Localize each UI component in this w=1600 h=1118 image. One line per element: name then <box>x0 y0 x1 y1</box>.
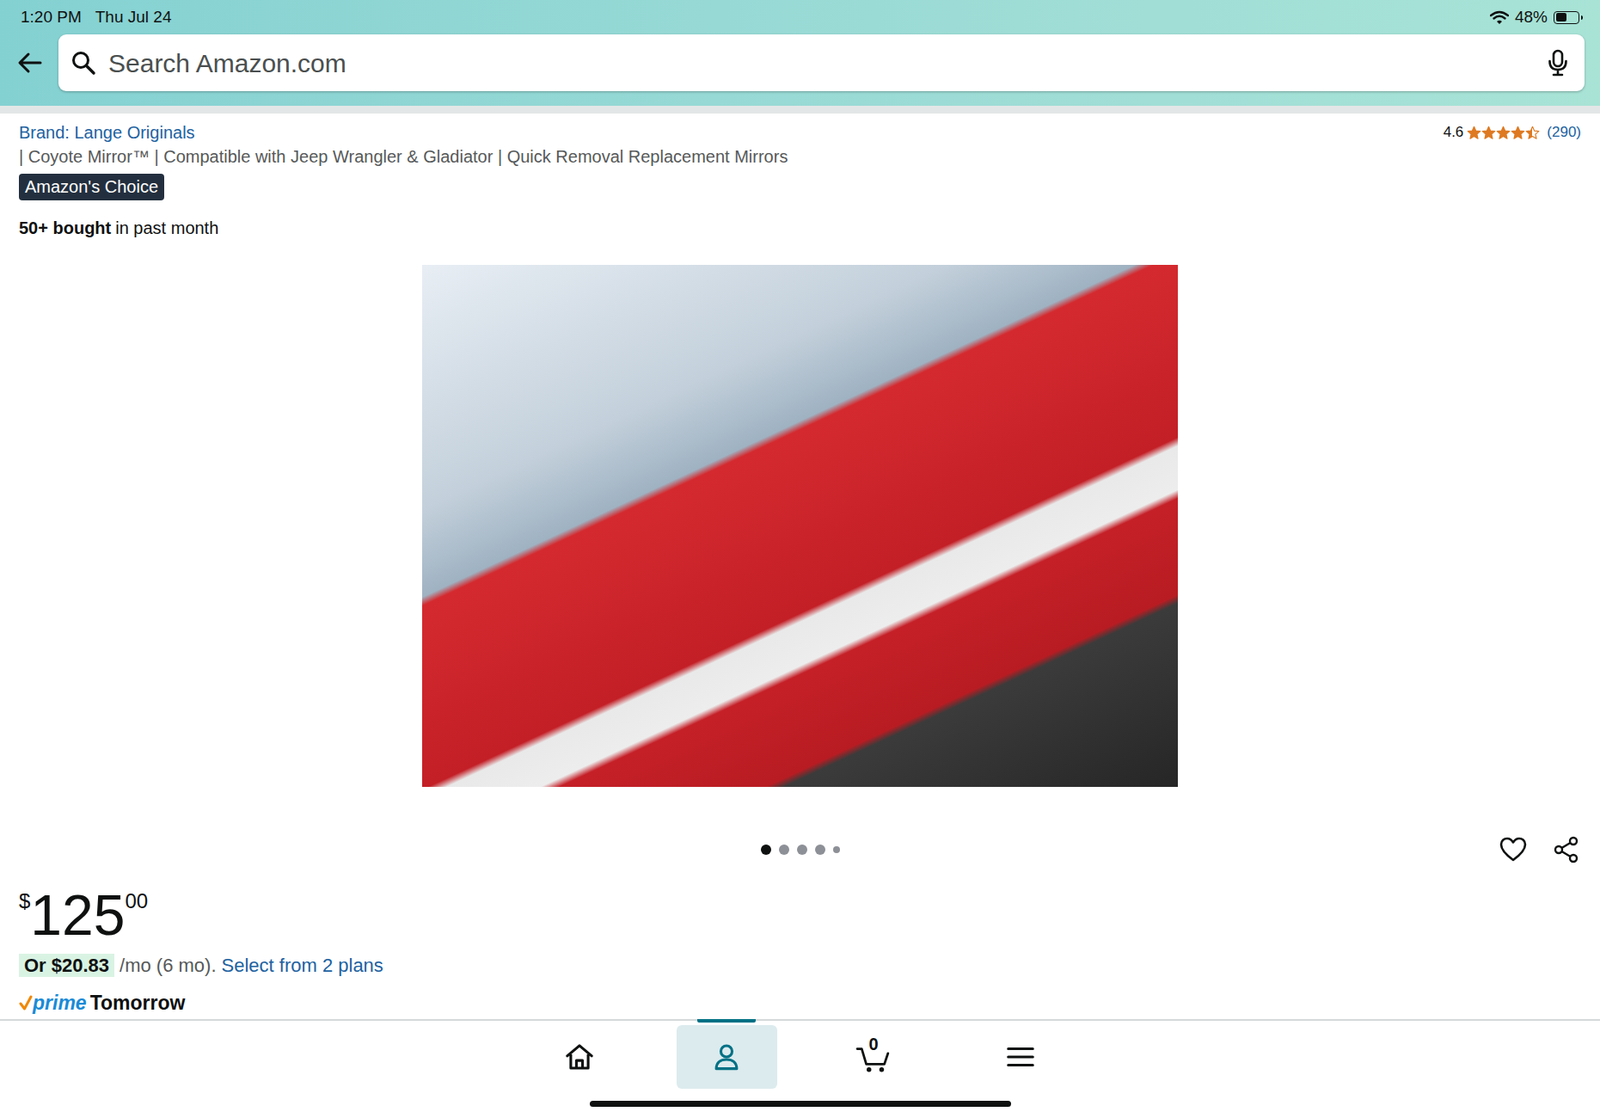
price-symbol: $ <box>18 886 31 916</box>
home-icon <box>563 1040 596 1073</box>
battery-fill <box>1556 12 1567 22</box>
search-icon <box>70 49 97 76</box>
account-icon <box>710 1040 743 1073</box>
carousel-dot[interactable] <box>815 844 826 855</box>
brand-link[interactable]: Brand: Lange Originals <box>18 120 196 145</box>
search-box[interactable] <box>58 34 1585 92</box>
product-title: | Coyote Mirror™ | Compatible with Jeep … <box>18 144 1582 169</box>
star-icon <box>1495 125 1511 141</box>
star-icon <box>1481 125 1496 141</box>
prime-logo: prime <box>32 989 87 1016</box>
battery-icon <box>1553 11 1580 25</box>
wifi-icon <box>1489 10 1509 25</box>
star-rating <box>1466 125 1540 141</box>
app-header: 1:20 PM Thu Jul 24 48% <box>0 0 1600 106</box>
delivery-info: prime Tomorrow <box>18 989 1582 1016</box>
status-bar: 1:20 PM Thu Jul 24 48% <box>15 0 1585 35</box>
star-icon <box>1525 125 1540 141</box>
microphone-icon[interactable] <box>1546 49 1570 77</box>
bought-period: in past month <box>115 218 219 238</box>
carousel-dot[interactable] <box>760 844 772 855</box>
account-tab[interactable] <box>676 1024 778 1089</box>
heart-icon[interactable] <box>1498 834 1528 865</box>
home-indicator[interactable] <box>589 1100 1012 1107</box>
cart-tab[interactable]: 0 <box>823 1024 925 1089</box>
menu-icon <box>1004 1040 1037 1073</box>
home-tab[interactable] <box>529 1024 631 1089</box>
search-input[interactable] <box>106 42 1537 84</box>
product-detail: Brand: Lange Originals 4.6 (290) | Coyot… <box>0 113 1600 1019</box>
rating-value: 4.6 <box>1443 120 1465 145</box>
select-plan-link[interactable]: Select from 2 plans <box>221 954 384 976</box>
review-count[interactable]: (290) <box>1546 120 1582 145</box>
menu-tab[interactable] <box>970 1024 1072 1089</box>
price-fraction: 00 <box>124 886 148 916</box>
cart-count: 0 <box>868 1034 878 1054</box>
installment-amount: Or $20.83 <box>18 953 115 977</box>
rating-summary[interactable]: 4.6 (290) <box>1443 120 1582 145</box>
carousel-dots[interactable] <box>760 844 840 855</box>
status-date: Thu Jul 24 <box>95 5 172 31</box>
amazons-choice-badge: Amazon's Choice <box>18 173 165 201</box>
prime-check-icon <box>18 993 33 1012</box>
carousel-dot[interactable] <box>833 845 840 853</box>
product-image[interactable] <box>422 264 1178 787</box>
bought-count: 50+ boughtin past month <box>18 215 1582 240</box>
star-icon <box>1510 125 1526 141</box>
battery-percent: 48% <box>1514 5 1548 31</box>
star-icon <box>1466 125 1482 141</box>
bottom-tab-bar: 0 <box>0 1018 1600 1118</box>
back-arrow-icon[interactable] <box>15 48 45 78</box>
installment-terms: /mo (6 mo). <box>119 954 216 976</box>
carousel-dot[interactable] <box>778 844 790 855</box>
price: $ 125 00 <box>18 886 1582 944</box>
cart-icon: 0 <box>854 1039 893 1074</box>
delivery-day: Tomorrow <box>90 989 186 1016</box>
bought-number: 50+ bought <box>18 218 111 238</box>
share-icon[interactable] <box>1551 834 1582 865</box>
price-whole: 125 <box>30 886 125 944</box>
installment-offer: Or $20.83/mo (6 mo).Select from 2 plans <box>18 951 1582 980</box>
carousel-dot[interactable] <box>796 844 808 855</box>
status-time: 1:20 PM <box>20 5 82 31</box>
